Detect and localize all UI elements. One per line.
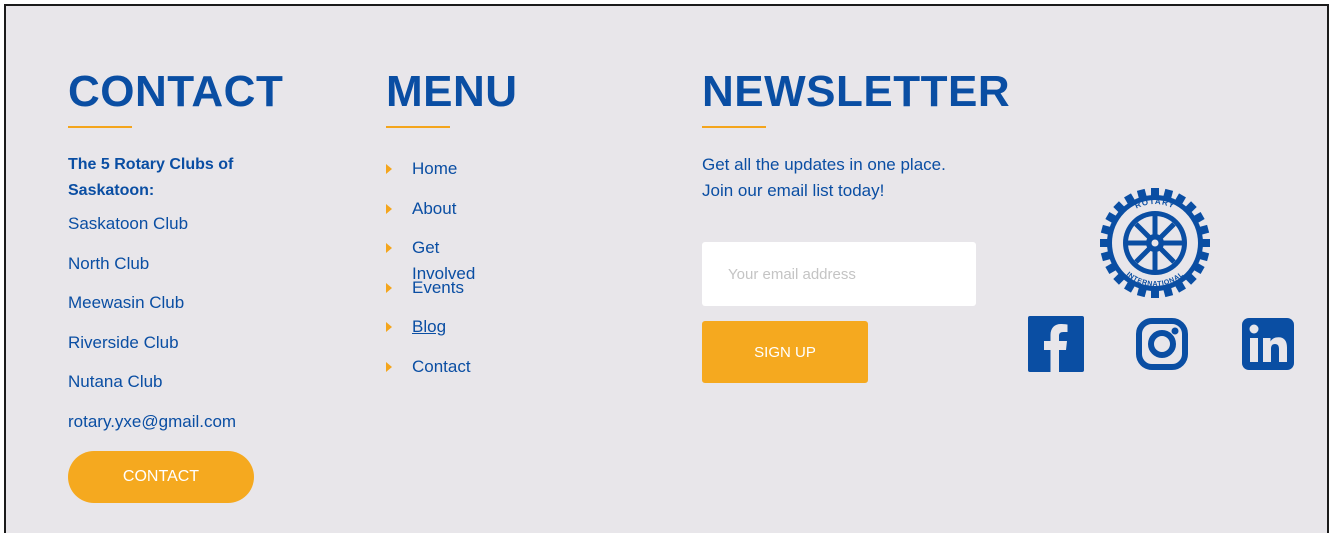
club-title: The 5 Rotary Clubs of Saskatoon: — [68, 156, 234, 199]
menu-list: Home About Get Involved Events Blog Cont… — [386, 156, 475, 393]
caret-right-icon — [386, 203, 392, 214]
menu-item-events: Events — [386, 275, 475, 315]
contact-list: Saskatoon Club North Club Meewasin Club … — [68, 211, 236, 448]
linkedin-icon[interactable] — [1240, 316, 1296, 372]
menu-link-home[interactable]: Home — [412, 156, 457, 182]
contact-item-north-club: North Club — [68, 253, 150, 273]
menu-item-about: About — [386, 196, 475, 236]
menu-item-get-involved: Get Involved — [386, 235, 475, 283]
menu-link-blog[interactable]: Blog — [412, 314, 446, 340]
newsletter-heading: NEWSLETTER — [702, 67, 1011, 116]
menu-heading-underline — [386, 126, 450, 128]
newsletter-heading-underline — [702, 126, 766, 128]
rotary-wheel-logo-icon: ROTARY INTERNATIONAL — [1100, 188, 1210, 298]
caret-right-icon — [386, 243, 392, 253]
facebook-icon[interactable] — [1028, 316, 1084, 372]
contact-item-saskatoon-club: Saskatoon Club — [68, 214, 189, 233]
contact-item-meewasin-club: Meewasin Club — [68, 293, 185, 312]
site-footer: CONTACT The 5 Rotary Clubs of Saskatoon:… — [4, 4, 1329, 533]
menu-item-blog: Blog — [386, 314, 475, 354]
caret-right-icon — [386, 282, 392, 293]
caret-right-icon — [386, 322, 392, 332]
contact-heading-underline — [68, 126, 132, 128]
menu-link-contact[interactable]: Contact — [412, 354, 471, 380]
newsletter-description: Get all the updates in one place. Join o… — [702, 155, 946, 200]
caret-right-icon — [386, 164, 392, 174]
menu-link-about[interactable]: About — [412, 196, 456, 222]
instagram-icon[interactable] — [1134, 316, 1190, 372]
email-input[interactable] — [702, 242, 976, 306]
contact-item-nutana-club: Nutana Club — [68, 372, 163, 391]
menu-heading: MENU — [386, 67, 518, 116]
contact-button[interactable]: CONTACT — [68, 451, 254, 503]
menu-item-contact: Contact — [386, 354, 475, 394]
contact-heading: CONTACT — [68, 67, 284, 116]
menu-item-home: Home — [386, 156, 475, 196]
contact-email-link[interactable]: rotary.yxe@gmail.com — [68, 409, 236, 449]
contact-item-riverside-club: Riverside Club — [68, 332, 179, 352]
menu-link-events[interactable]: Events — [412, 275, 464, 301]
caret-right-icon — [386, 361, 392, 372]
sign-up-button[interactable]: SIGN UP — [702, 321, 868, 383]
